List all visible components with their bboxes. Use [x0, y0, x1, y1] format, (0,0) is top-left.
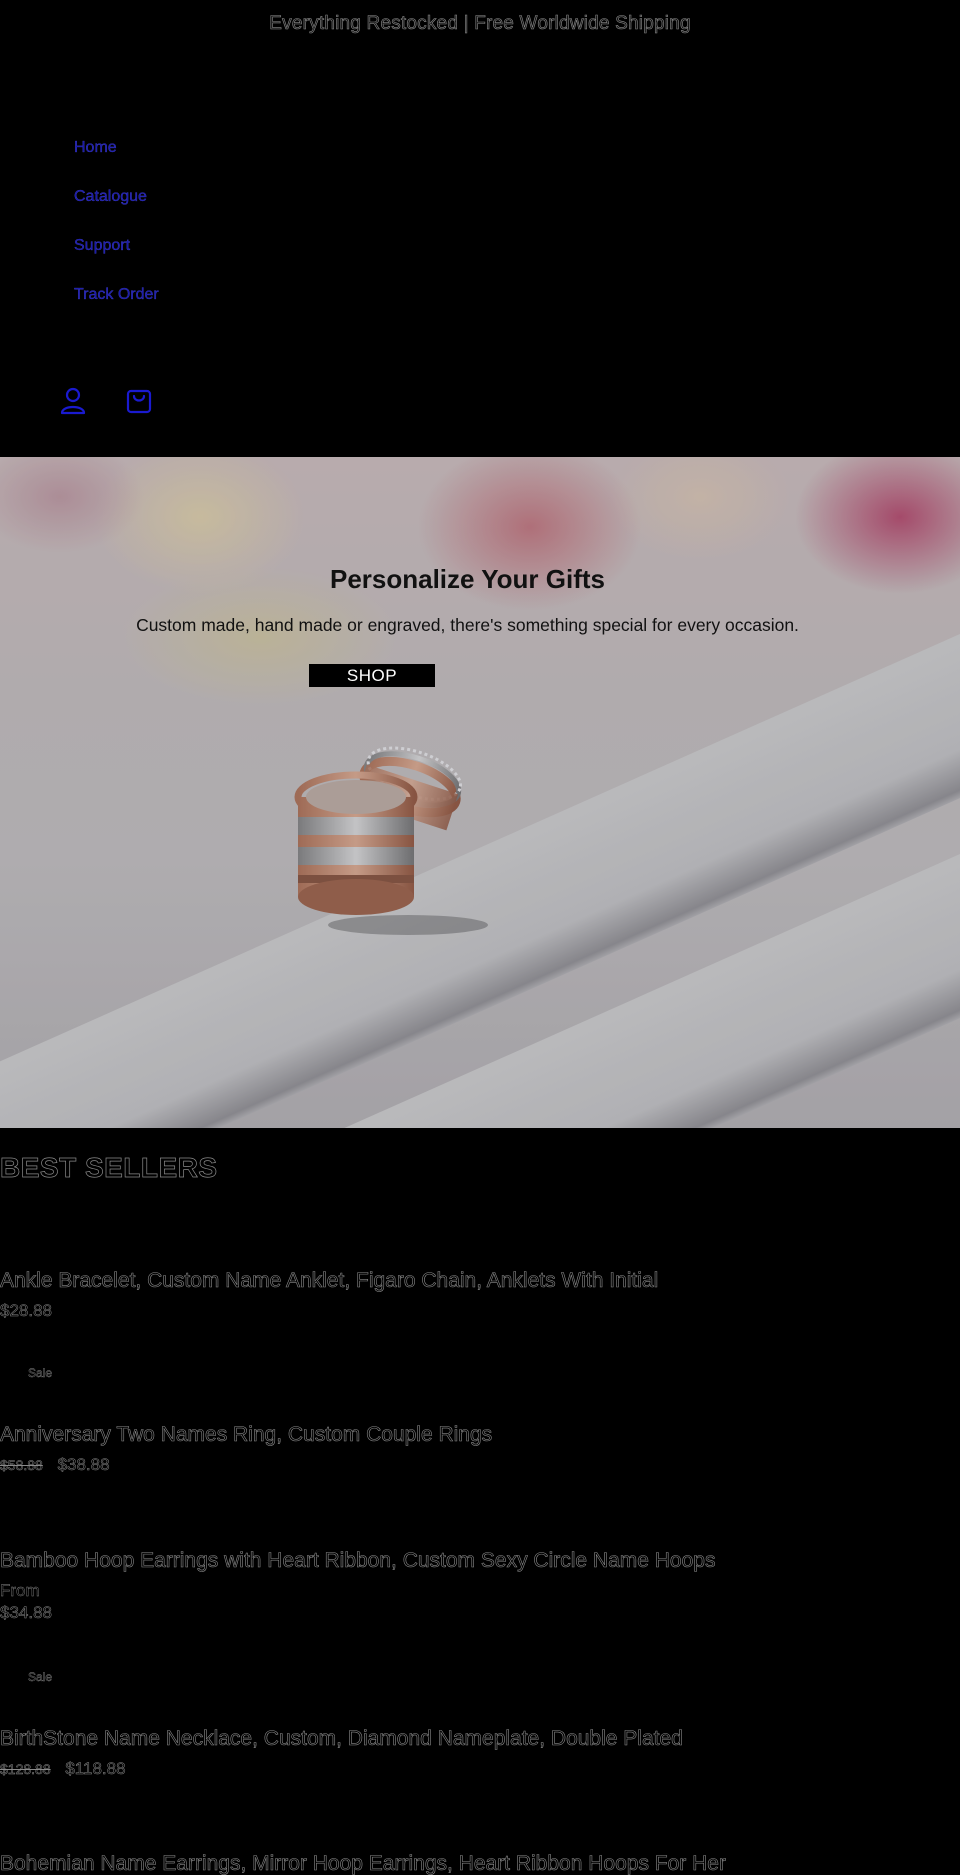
- product-title[interactable]: Bohemian Name Earrings, Mirror Hoop Earr…: [0, 1852, 726, 1875]
- nav-track-order[interactable]: Track Order: [74, 283, 159, 332]
- best-sellers-title: BEST SELLERS: [0, 1152, 218, 1184]
- announcement-bar: Everything Restocked | Free Worldwide Sh…: [0, 0, 960, 48]
- product-card[interactable]: Ankle Bracelet, Custom Name Anklet, Figa…: [0, 1269, 659, 1321]
- product-price: $58.88 $38.88: [0, 1455, 492, 1475]
- nav-catalogue[interactable]: Catalogue: [74, 185, 159, 234]
- shop-button[interactable]: SHOP: [309, 664, 435, 687]
- price-current: $118.88: [65, 1759, 126, 1779]
- product-card[interactable]: Bohemian Name Earrings, Mirror Hoop Earr…: [0, 1852, 726, 1875]
- hero-overlay: [0, 457, 960, 1128]
- product-title[interactable]: Bamboo Hoop Earrings with Heart Ribbon, …: [0, 1549, 716, 1573]
- hero-title: Personalize Your Gifts: [329, 564, 605, 594]
- price-original: $58.88: [0, 1457, 43, 1474]
- price-current: $34.88: [0, 1603, 52, 1623]
- header-icons: [58, 386, 154, 416]
- product-price: $28.88: [0, 1301, 658, 1321]
- nav-support[interactable]: Support: [74, 234, 159, 283]
- sale-badge: Sale: [28, 1366, 53, 1380]
- nav-home[interactable]: Home: [74, 136, 159, 185]
- product-title[interactable]: Anniversary Two Names Ring, Custom Coupl…: [0, 1423, 492, 1447]
- announcement-text: Everything Restocked | Free Worldwide Sh…: [269, 13, 691, 35]
- main-nav: Home Catalogue Support Track Order: [74, 136, 159, 332]
- product-price: $128.88 $118.88: [0, 1759, 683, 1779]
- hero-banner: Personalize Your Gifts Custom made, hand…: [0, 457, 960, 1128]
- product-card[interactable]: Anniversary Two Names Ring, Custom Coupl…: [0, 1423, 492, 1475]
- price-current: $28.88: [0, 1301, 52, 1321]
- price-current: $38.88: [57, 1455, 110, 1475]
- cart-icon[interactable]: [124, 386, 154, 416]
- account-icon[interactable]: [58, 386, 88, 416]
- price-original: $128.88: [0, 1761, 51, 1778]
- product-price: $34.88: [0, 1603, 715, 1623]
- product-card[interactable]: Bamboo Hoop Earrings with Heart Ribbon, …: [0, 1549, 716, 1623]
- price-prefix: From: [0, 1581, 40, 1600]
- product-title[interactable]: Ankle Bracelet, Custom Name Anklet, Figa…: [0, 1269, 659, 1293]
- sale-badge: Sale: [28, 1670, 53, 1684]
- hero-subtitle: Custom made, hand made or engraved, ther…: [136, 615, 799, 635]
- product-title[interactable]: BirthStone Name Necklace, Custom, Diamon…: [0, 1727, 683, 1751]
- product-card[interactable]: BirthStone Name Necklace, Custom, Diamon…: [0, 1727, 683, 1779]
